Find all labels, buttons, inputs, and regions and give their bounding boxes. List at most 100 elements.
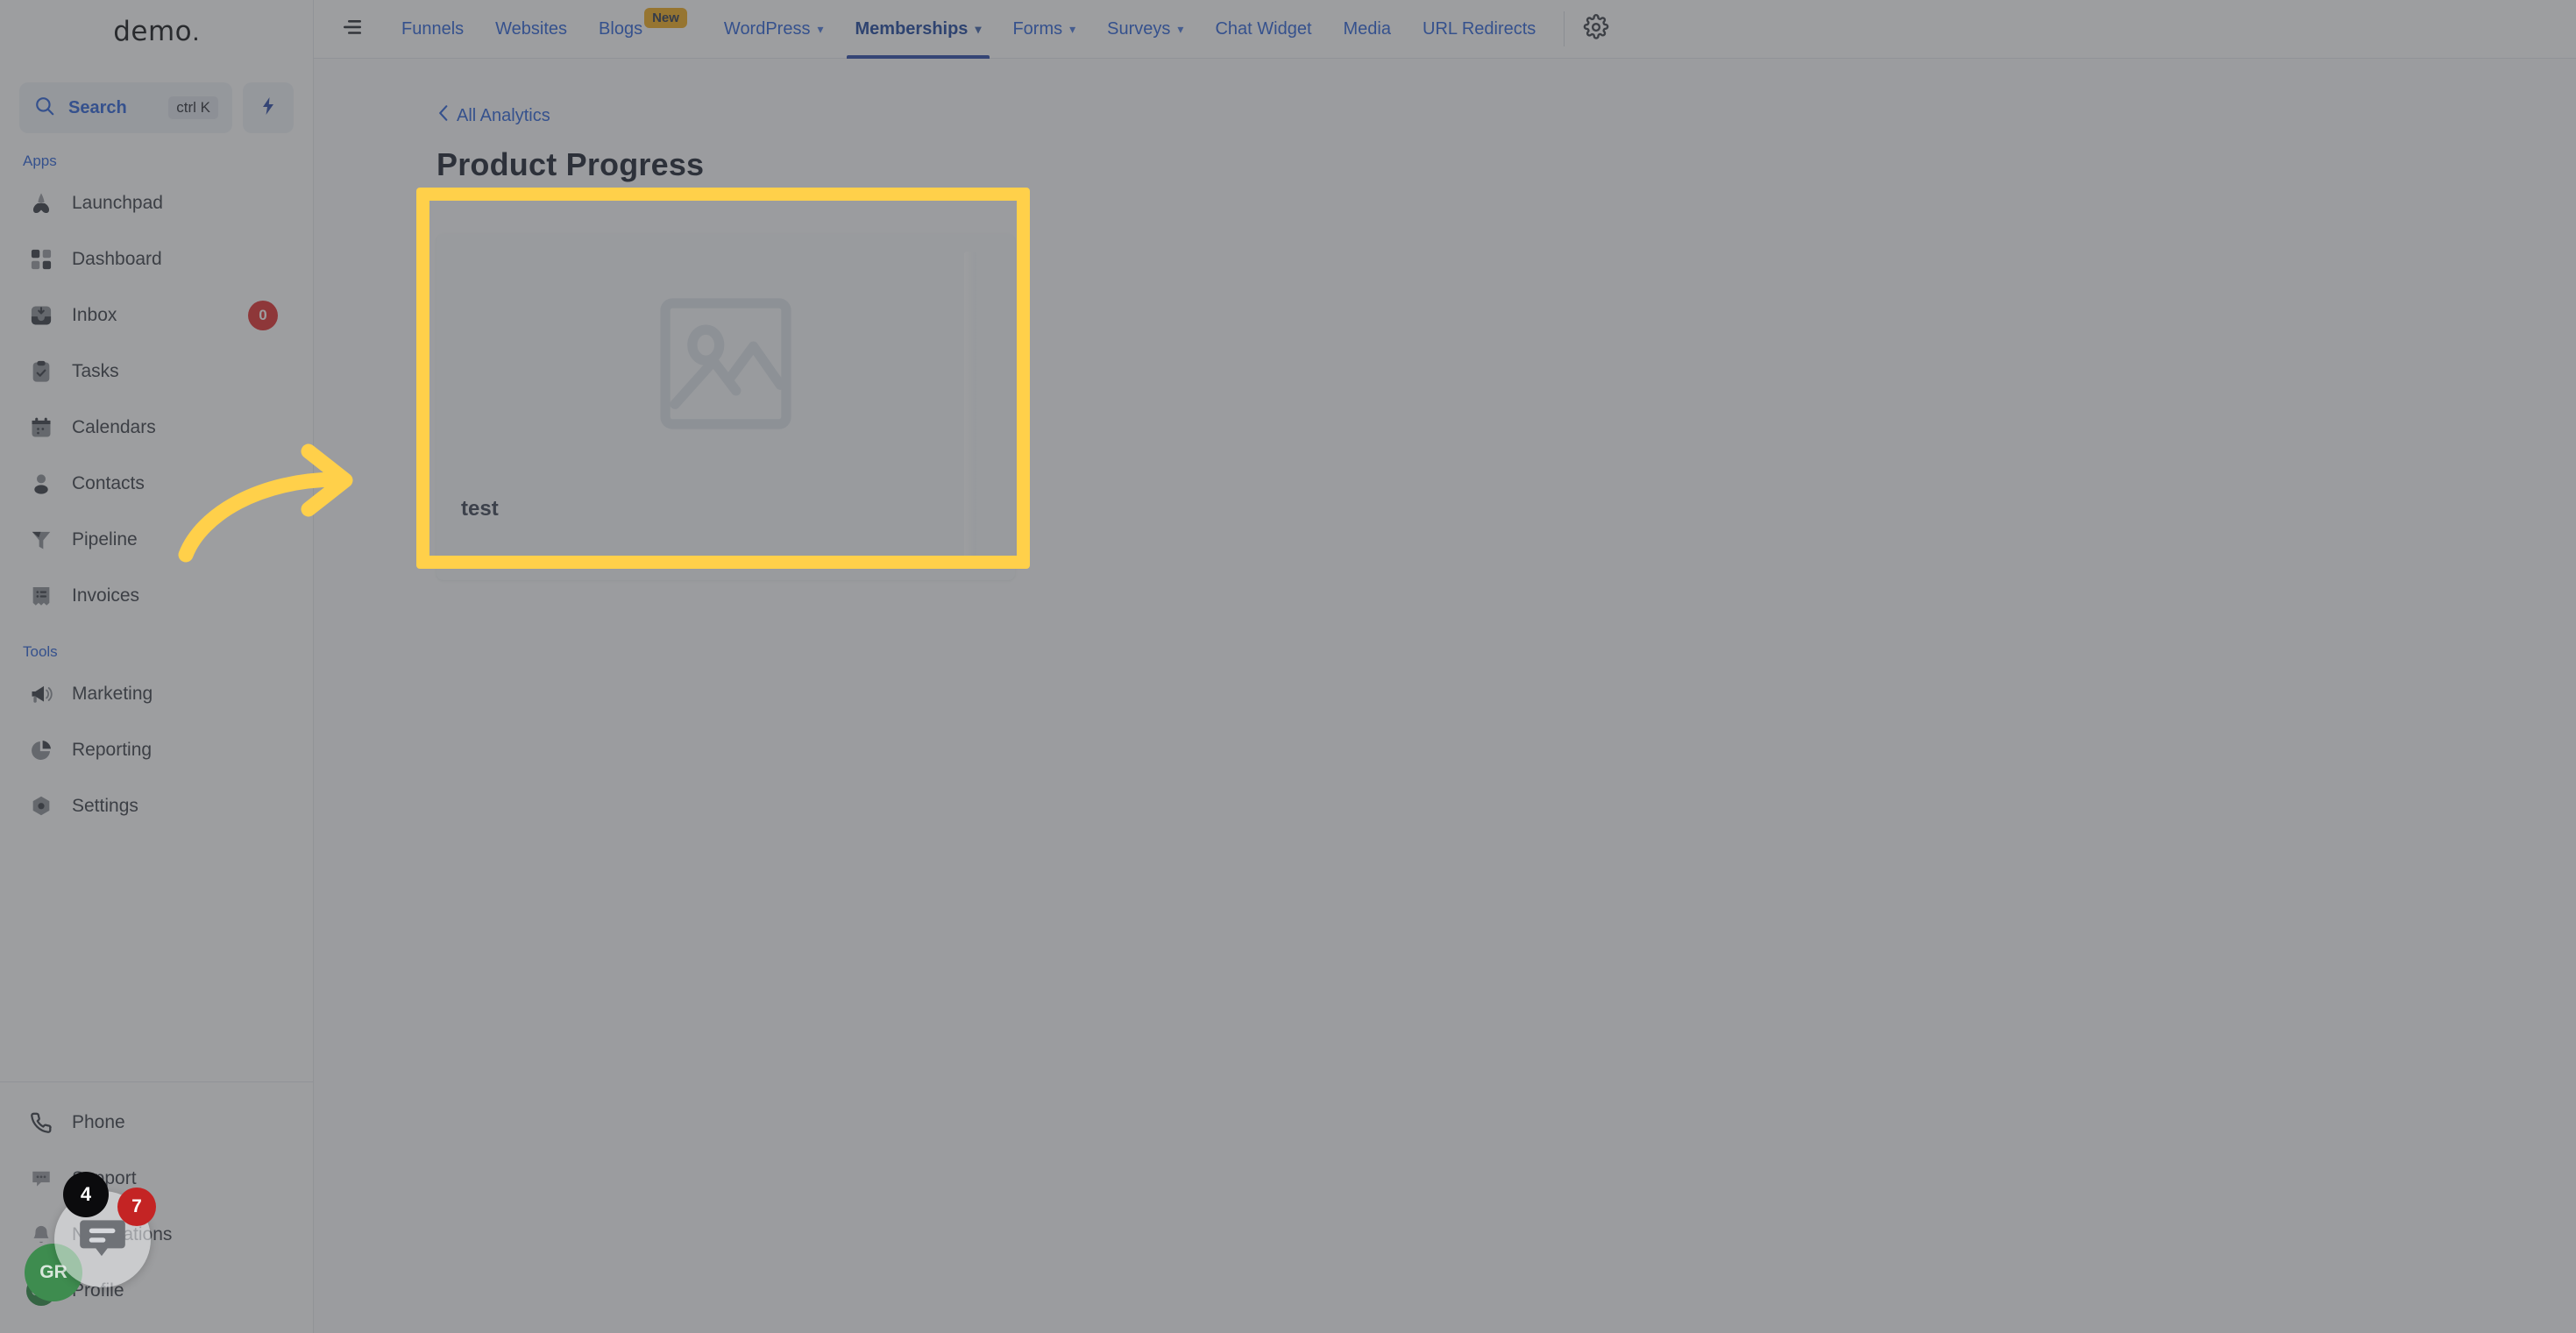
chevron-down-icon: ▾ — [1069, 21, 1076, 36]
gear-icon — [1583, 13, 1609, 45]
chat-widget-launcher[interactable]: GR 4 7 — [25, 1172, 156, 1301]
tab-label: WordPress — [723, 18, 811, 39]
new-badge: New — [644, 7, 687, 28]
chat-unread-badge: 7 — [117, 1188, 156, 1226]
card-title: test — [461, 497, 499, 521]
sidebar-item-label: Phone — [72, 1112, 125, 1132]
tab-label: Chat Widget — [1215, 18, 1312, 39]
sidebar-apps-list: Launchpad Dashboard Inbox 0 Tasks Calend… — [0, 175, 313, 624]
pie-chart-icon — [26, 735, 56, 765]
sidebar-item-inbox[interactable]: Inbox 0 — [14, 287, 299, 344]
collapse-menu-button[interactable] — [333, 10, 372, 48]
tab-label: Memberships — [855, 18, 969, 39]
card-page-edge — [964, 252, 976, 557]
sidebar-item-invoices[interactable]: Invoices — [14, 568, 299, 624]
tab-label: Surveys — [1107, 18, 1171, 39]
sidebar-tools-list: Marketing Reporting Settings — [0, 666, 313, 834]
sidebar-section-tools-title: Tools — [23, 643, 58, 660]
sidebar-item-pipeline[interactable]: Pipeline — [14, 512, 299, 568]
clipboard-check-icon — [26, 357, 56, 386]
sidebar-item-label: Contacts — [72, 473, 145, 493]
top-navigation: Funnels Websites Blogs New WordPress ▾ M… — [314, 0, 2576, 59]
status-badge: 0 — [248, 301, 278, 330]
sidebar-item-marketing[interactable]: Marketing — [14, 666, 299, 722]
card-thumbnail — [436, 234, 1015, 497]
sidebar-item-label: Tasks — [72, 361, 119, 381]
chevron-down-icon: ▾ — [1177, 21, 1184, 36]
sidebar-item-dashboard[interactable]: Dashboard — [14, 231, 299, 287]
person-icon — [26, 469, 56, 499]
tab-surveys[interactable]: Surveys ▾ — [1091, 0, 1199, 59]
sidebar-item-launchpad[interactable]: Launchpad — [14, 175, 299, 231]
sidebar: demo . Search ctrl K Apps Launchpad Dash… — [0, 0, 314, 1333]
sidebar-item-label: Launchpad — [72, 193, 163, 213]
invoice-icon — [26, 581, 56, 611]
main-area: Funnels Websites Blogs New WordPress ▾ M… — [314, 0, 2576, 1333]
search-input[interactable]: Search ctrl K — [19, 82, 232, 133]
gear-hexagon-icon — [26, 791, 56, 821]
breadcrumb[interactable]: All Analytics — [436, 104, 550, 127]
product-card-grid: test — [436, 234, 2576, 580]
tab-forms[interactable]: Forms ▾ — [997, 0, 1091, 59]
sidebar-item-phone[interactable]: Phone — [14, 1095, 299, 1151]
tab-websites[interactable]: Websites — [479, 0, 583, 59]
sidebar-item-label: Invoices — [72, 585, 140, 606]
app-root: demo . Search ctrl K Apps Launchpad Dash… — [0, 0, 2576, 1333]
product-card-test[interactable]: test — [436, 234, 1015, 580]
tab-wordpress[interactable]: WordPress ▾ — [708, 0, 840, 59]
sidebar-item-label: Pipeline — [72, 529, 138, 550]
tab-label: Websites — [495, 18, 568, 39]
image-placeholder-icon — [649, 287, 803, 445]
page-content: All Analytics Product Progress test — [314, 59, 2576, 1333]
search-icon — [33, 95, 56, 122]
sidebar-item-calendars[interactable]: Calendars — [14, 400, 299, 456]
quick-actions-button[interactable] — [243, 82, 294, 133]
sidebar-item-reporting[interactable]: Reporting — [14, 722, 299, 778]
tab-chat-widget[interactable]: Chat Widget — [1199, 0, 1327, 59]
tab-funnels[interactable]: Funnels — [386, 0, 479, 59]
megaphone-icon — [26, 679, 56, 709]
lightning-bolt-icon — [258, 95, 279, 122]
collapse-menu-icon — [341, 18, 364, 40]
brand-name: demo — [113, 16, 193, 47]
nav-divider — [1564, 11, 1565, 46]
tab-blogs[interactable]: Blogs New — [583, 0, 708, 59]
brand-dot: . — [192, 16, 200, 46]
tab-media[interactable]: Media — [1328, 0, 1407, 59]
chat-secondary-badge: 4 — [63, 1172, 109, 1217]
tab-label: Forms — [1012, 18, 1063, 39]
sidebar-item-settings[interactable]: Settings — [14, 778, 299, 834]
search-shortcut: ctrl K — [168, 96, 218, 119]
phone-icon — [26, 1108, 56, 1138]
calendar-icon — [26, 413, 56, 443]
brand-logo[interactable]: demo . — [0, 0, 313, 63]
grid-icon — [26, 245, 56, 274]
tab-memberships[interactable]: Memberships ▾ — [840, 0, 997, 59]
sidebar-search-row: Search ctrl K — [0, 82, 313, 133]
sidebar-item-tasks[interactable]: Tasks — [14, 344, 299, 400]
breadcrumb-label: All Analytics — [457, 105, 550, 125]
rocket-icon — [26, 188, 56, 218]
sidebar-item-label: Settings — [72, 796, 138, 816]
sidebar-item-label: Calendars — [72, 417, 156, 437]
chevron-down-icon: ▾ — [817, 21, 824, 36]
sidebar-item-label: Inbox — [72, 305, 117, 325]
funnel-icon — [26, 525, 56, 555]
tab-label: Blogs — [599, 18, 643, 39]
sidebar-item-contacts[interactable]: Contacts — [14, 456, 299, 512]
tab-label: Funnels — [401, 18, 465, 39]
inbox-icon — [26, 301, 56, 330]
page-title: Product Progress — [436, 146, 705, 182]
tab-url-redirects[interactable]: URL Redirects — [1407, 0, 1551, 59]
sidebar-item-label: Marketing — [72, 684, 153, 704]
tab-label: URL Redirects — [1423, 18, 1536, 39]
chevron-left-icon — [436, 104, 451, 127]
settings-button[interactable] — [1577, 10, 1615, 48]
tab-label: Media — [1343, 18, 1391, 39]
chevron-down-icon: ▾ — [975, 21, 982, 36]
chat-dots-icon — [26, 1164, 56, 1194]
sidebar-item-label: Reporting — [72, 740, 153, 760]
sidebar-item-label: Dashboard — [72, 249, 162, 269]
sidebar-section-apps-title: Apps — [23, 152, 57, 169]
